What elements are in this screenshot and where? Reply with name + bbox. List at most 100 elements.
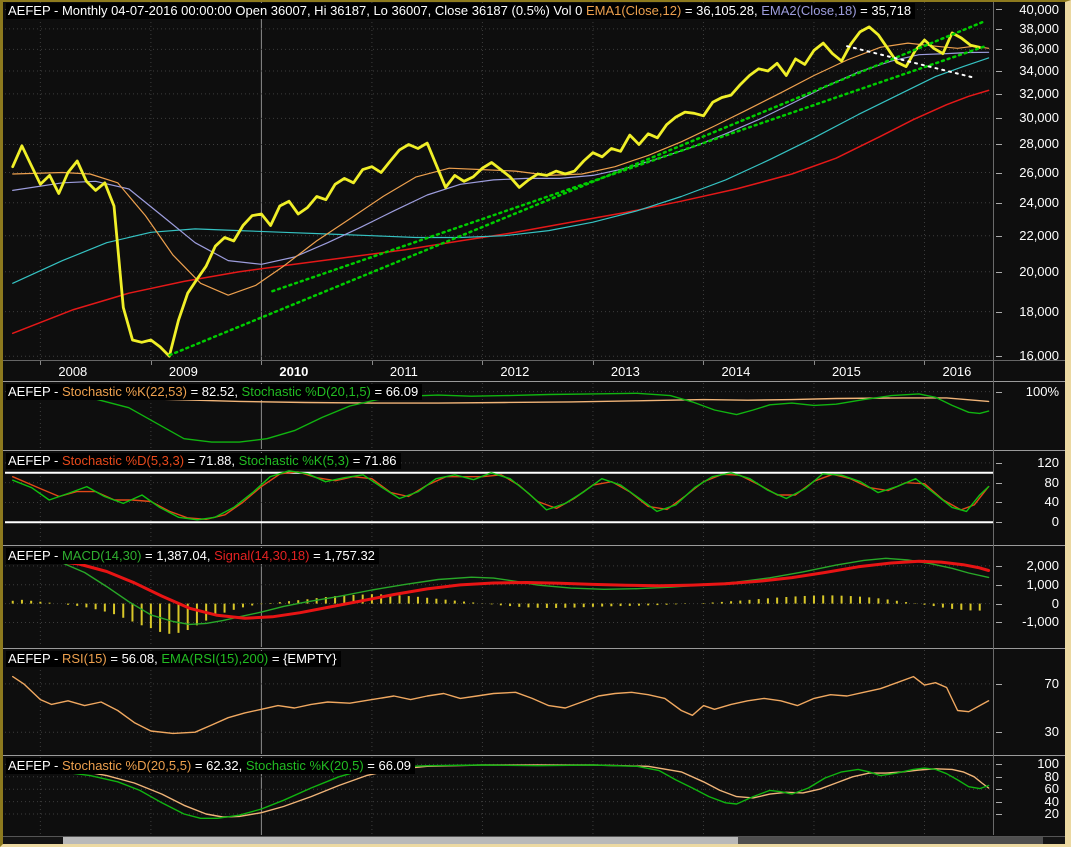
title-segment: EMA1(Close,12) [585,3,682,18]
x-tick-label: 2015 [831,364,861,379]
x-tick-mark [703,361,705,365]
panel-separator [3,381,1065,382]
y-tick-mark [996,584,1002,586]
stoch2253-axis-labels: 100% [994,383,1065,449]
stoch533-title: AEFEP - Stochastic %D(5,3,3) = 71.88, St… [6,453,401,469]
title-segment: = 56.08, [106,651,162,666]
y-tick-label: 30 [1044,724,1059,740]
x-tick-label: 2009 [168,364,198,379]
y-tick-label: 0 [1051,514,1059,530]
close-line [11,25,982,358]
title-segment: MACD(14,30) [61,548,142,563]
x-tick-mark [813,361,815,365]
stoch-d-533 [12,471,990,520]
x-tick-mark [261,361,263,365]
y-tick-label: 32,000 [1019,85,1059,101]
y-tick-label: 38,000 [1019,20,1059,36]
y-tick-mark [996,801,1002,803]
scroll-corner [1043,837,1065,844]
title-segment: Stochastic %K(20,5) [245,758,364,773]
title-segment: Stochastic %K(5,3) [238,453,350,468]
y-tick-mark [996,28,1002,30]
y-tick-mark [996,482,1002,484]
panel-separator [3,450,1065,451]
y-tick-mark [996,813,1002,815]
y-tick-mark [996,271,1002,273]
y-tick-mark [996,522,1002,524]
stochastic-533-panel[interactable]: AEFEP - Stochastic %D(5,3,3) = 71.88, St… [5,452,993,544]
macd-line [12,556,990,626]
y-tick-mark [996,49,1002,51]
y-tick-label: 28,000 [1019,136,1059,152]
y-tick-label: 0 [1051,595,1059,611]
y-tick-mark [996,311,1002,313]
scroll-right-area[interactable] [738,837,1043,844]
y-tick-label: 120 [1037,454,1059,470]
main-title: AEFEP - Monthly 04-07-2016 00:00:00 Open… [6,3,916,19]
scroll-thumb[interactable] [63,837,738,844]
price-axis-labels: 40,000 38,000 36,000 34,000 32,000 30,000 28,0… [994,2,1065,361]
y-tick-mark [996,565,1002,567]
title-segment: RSI(15) [61,651,107,666]
title-segment: = 66.09 [370,384,419,399]
y-tick-label: 100% [1025,383,1059,399]
y-tick-mark [996,118,1002,120]
y-tick-label: 2,000 [1026,557,1059,573]
y-tick-label: 70 [1044,675,1059,691]
macd-title: AEFEP - MACD(14,30) = 1,387.04, Signal(1… [6,548,379,564]
title-segment: = 36,105.28, [681,3,762,18]
macd-panel[interactable]: AEFEP - MACD(14,30) = 1,387.04, Signal(1… [5,547,993,647]
rsi-panel[interactable]: AEFEP - RSI(15) = 56.08, EMA(RSI(15),200… [5,650,993,754]
title-segment: AEFEP - [8,758,62,773]
rsi-axis-labels: 70 30 [994,650,1065,754]
y-tick-mark [996,391,1002,393]
x-tick-label: 2012 [500,364,530,379]
x-tick-mark [924,361,926,365]
y-tick-mark [996,622,1002,624]
y-tick-mark [996,764,1002,766]
x-tick-mark [482,361,484,365]
stoch-d-2015 [12,392,990,443]
y-tick-label: 36,000 [1019,41,1059,57]
title-segment: AEFEP - [8,548,62,563]
y-tick-mark [996,93,1002,95]
y-tick-mark [996,144,1002,146]
y-tick-mark [996,776,1002,778]
y-tick-mark [996,789,1002,791]
stochastic-2253-panel[interactable]: AEFEP - Stochastic %K(22,53) = 82.52, St… [5,383,993,449]
stoch2055-axis-labels: 100 80 60 40 20 [994,757,1065,835]
y-tick-label: 22,000 [1019,227,1059,243]
title-segment: Stochastic %D(20,5,5) [61,758,192,773]
macd-axis-labels: 2,000 1,000 0 -1,000 [994,547,1065,647]
y-tick-label: 16,000 [1019,348,1059,361]
y-tick-label: 40,000 [1019,2,1059,17]
stochastic-2055-panel[interactable]: AEFEP - Stochastic %D(20,5,5) = 62.32, S… [5,757,993,835]
ema2-line [12,51,990,265]
y-tick-label: 20,000 [1019,263,1059,279]
y-tick-label: -1,000 [1022,614,1059,630]
horizontal-scrollbar[interactable] [3,837,1065,844]
y-tick-mark [996,462,1002,464]
y-tick-label: 80 [1044,474,1059,490]
y-tick-mark [996,70,1002,72]
x-tick-label: 2013 [610,364,640,379]
rsi-title: AEFEP - RSI(15) = 56.08, EMA(RSI(15),200… [6,651,341,667]
y-tick-mark [996,683,1002,685]
stoch2253-title: AEFEP - Stochastic %K(22,53) = 82.52, St… [6,384,423,400]
x-axis-row: 2008 2009 2010 2011 2012 2013 2014 2015 2016 [5,361,993,381]
main-price-chart[interactable]: AEFEP - Monthly 04-07-2016 00:00:00 Open… [5,2,993,361]
y-tick-label: 40 [1044,494,1059,510]
y-tick-label: 20 [1044,805,1059,821]
y-tick-mark [996,235,1002,237]
scroll-left-area[interactable] [3,837,63,844]
y-tick-label: 26,000 [1019,164,1059,180]
y-tick-mark [996,172,1002,174]
y-tick-mark [996,732,1002,734]
stoch533-axis-labels: 120 80 40 0 [994,452,1065,544]
y-tick-mark [996,603,1002,605]
x-tick-label: 2016 [942,364,972,379]
stoch2055-title: AEFEP - Stochastic %D(20,5,5) = 62.32, S… [6,758,416,774]
title-segment: = 1,757.32 [309,548,375,563]
x-tick-mark [150,361,152,365]
title-segment: = 66.09 [363,758,412,773]
